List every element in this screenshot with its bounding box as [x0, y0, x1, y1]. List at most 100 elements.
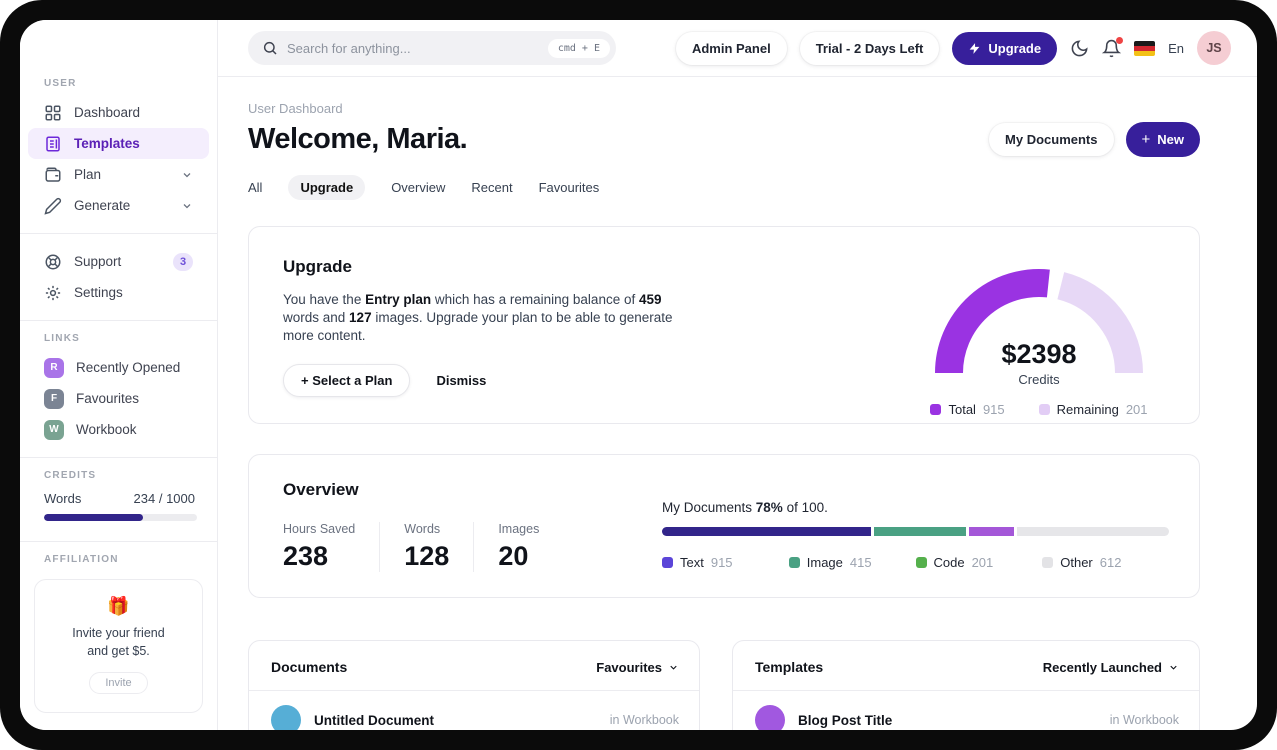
admin-panel-button[interactable]: Admin Panel — [675, 31, 787, 65]
document-title: Untitled Document — [314, 712, 434, 728]
select-plan-button[interactable]: + Select a Plan — [283, 363, 411, 397]
document-list-item[interactable]: Untitled Document in Workbook — [249, 691, 699, 730]
legend-item-image: Image 415 — [788, 555, 916, 570]
dismiss-button[interactable]: Dismiss — [436, 373, 486, 388]
user-avatar[interactable]: JS — [1197, 31, 1231, 65]
legend-swatch — [788, 557, 800, 568]
upgrade-card-body: You have the Entry plan which has a rema… — [283, 291, 683, 345]
legend-swatch — [915, 557, 927, 568]
legend-item-text: Text 915 — [662, 555, 789, 570]
tab-recent[interactable]: Recent — [471, 175, 512, 200]
sidebar-item-label: Dashboard — [74, 105, 141, 120]
tab-overview[interactable]: Overview — [391, 175, 445, 200]
upgrade-button[interactable]: Upgrade — [952, 31, 1058, 65]
affiliation-card: 🎁 Invite your friend and get $5. Invite — [34, 579, 203, 713]
legend-swatch — [662, 557, 673, 568]
sidebar-link-workbook[interactable]: W Workbook — [28, 414, 209, 445]
search-input[interactable]: Search for anything... cmd + E — [248, 31, 616, 65]
notifications-bell-icon[interactable] — [1102, 36, 1124, 58]
legend-value: 201 — [1125, 402, 1148, 417]
legend-item-code: Code 201 — [915, 555, 1043, 570]
templates-filter-dropdown[interactable]: Recently Launched — [1043, 660, 1179, 675]
legend-label: Image — [806, 555, 843, 570]
overview-legend: Text 915 Image 415 Code 201 Other 612 — [662, 555, 1169, 570]
sidebar-section-affiliation: AFFILIATION — [44, 554, 119, 565]
sidebar-item-settings[interactable]: Settings — [28, 277, 209, 308]
language-selector[interactable]: En — [1168, 41, 1184, 56]
tab-upgrade[interactable]: Upgrade — [288, 175, 366, 200]
upgrade-card-left: Upgrade You have the Entry plan which ha… — [283, 257, 683, 423]
body-text: words and — [283, 309, 350, 325]
sidebar-link-favourites[interactable]: F Favourites — [28, 383, 209, 414]
sidebar: USER Dashboard Templates Plan Generate S… — [20, 20, 218, 730]
sidebar-item-dashboard[interactable]: Dashboard — [28, 97, 209, 128]
stat-value: 20 — [498, 541, 529, 571]
overview-card: Overview Hours Saved 238 Words 128 Image… — [248, 454, 1200, 598]
plus-icon: + — [301, 372, 313, 388]
gift-icon: 🎁 — [107, 596, 130, 616]
search-shortcut-badge: cmd + E — [547, 38, 610, 58]
sidebar-link-recently-opened[interactable]: R Recently Opened — [28, 352, 209, 383]
caption-percent: 78% — [755, 500, 783, 515]
sidebar-section-user: USER — [44, 78, 77, 89]
gauge-legend-swatch — [930, 404, 942, 415]
chevron-down-icon — [181, 200, 193, 212]
legend-swatch — [1042, 557, 1054, 568]
bar-segment-image — [874, 527, 967, 536]
stat-label: Words — [404, 522, 441, 536]
template-location: in Workbook — [1109, 713, 1179, 727]
trial-badge[interactable]: Trial - 2 Days Left — [799, 31, 940, 65]
credits-gauge-block: $2398 Credits Total 915 Remaining 201 — [915, 257, 1163, 423]
templates-card-header: Templates Recently Launched — [733, 641, 1199, 691]
sidebar-section-credits: CREDITS — [44, 470, 97, 481]
legend-item-remaining: Remaining 201 — [1038, 402, 1148, 417]
sidebar-item-plan[interactable]: Plan — [28, 159, 209, 190]
new-button[interactable]: + New — [1125, 122, 1200, 157]
sidebar-item-label: Generate — [74, 198, 131, 213]
my-documents-button[interactable]: My Documents — [989, 123, 1114, 156]
support-count-badge: 3 — [173, 252, 193, 271]
bar-segment-code — [969, 527, 1015, 536]
legend-label: Other — [1060, 555, 1093, 570]
topbar: Search for anything... cmd + E Admin Pan… — [218, 20, 1257, 77]
dashboard-grid-icon — [44, 104, 62, 122]
plan-name: Entry plan — [365, 292, 432, 307]
select-plan-label: Select a Plan — [312, 372, 393, 388]
sidebar-item-templates[interactable]: Templates — [28, 128, 209, 159]
body-text: You have the — [283, 292, 366, 307]
content: User Dashboard Welcome, Maria. My Docume… — [218, 77, 1257, 730]
credits-progress-track — [44, 514, 197, 521]
affiliation-line2: and get $5. — [87, 643, 150, 658]
overview-left: Overview Hours Saved 238 Words 128 Image… — [283, 480, 628, 597]
credits-caption: Credits — [1018, 372, 1060, 387]
document-avatar — [271, 705, 301, 730]
bottom-cards-row: Documents Favourites Untitled Document i… — [248, 640, 1200, 730]
gauge-legend: Total 915 Remaining 201 — [915, 402, 1163, 417]
caption-text: of 100. — [782, 500, 828, 515]
legend-label: Text — [680, 555, 704, 570]
breadcrumb: User Dashboard — [248, 101, 343, 116]
sidebar-item-label: Settings — [74, 285, 123, 300]
tab-bar: All Upgrade Overview Recent Favourites — [248, 175, 1200, 200]
device-frame: USER Dashboard Templates Plan Generate S… — [0, 0, 1277, 750]
caption-text: My Documents — [662, 500, 756, 515]
invite-button[interactable]: Invite — [89, 672, 148, 694]
documents-filter-dropdown[interactable]: Favourites — [596, 660, 679, 675]
tab-all[interactable]: All — [248, 175, 262, 200]
sidebar-item-support[interactable]: Support 3 — [28, 246, 209, 277]
legend-label: Remaining — [1056, 402, 1119, 417]
templates-card: Templates Recently Launched Blog Post Ti… — [732, 640, 1200, 730]
credits-row: Words 234 / 1000 — [20, 489, 217, 514]
upgrade-button-label: Upgrade — [988, 40, 1042, 56]
template-list-item[interactable]: Blog Post Title in Workbook — [733, 691, 1199, 730]
lightning-bolt-icon — [968, 42, 981, 55]
pencil-icon — [44, 197, 62, 215]
search-icon — [262, 40, 278, 56]
sidebar-item-generate[interactable]: Generate — [28, 190, 209, 221]
wallet-icon — [44, 166, 62, 184]
german-flag-icon[interactable] — [1134, 40, 1156, 56]
stacked-progress-bar — [662, 527, 1169, 536]
dark-mode-moon-icon[interactable] — [1070, 39, 1089, 58]
tab-favourites[interactable]: Favourites — [539, 175, 600, 200]
documents-card-title: Documents — [271, 659, 348, 675]
